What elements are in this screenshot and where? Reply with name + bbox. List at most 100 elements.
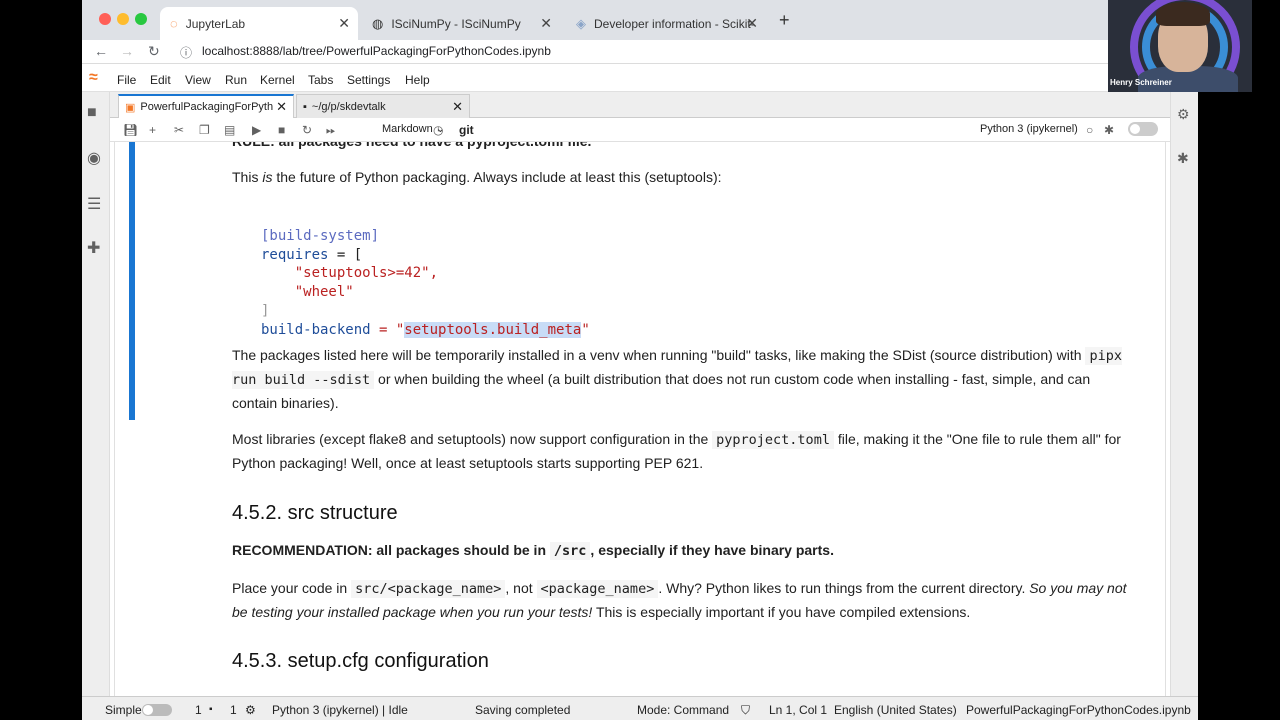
text: Place your code in	[232, 580, 352, 596]
save-status: Saving completed	[475, 703, 571, 717]
code-line: "wheel"	[261, 284, 354, 301]
emphasis: is	[262, 169, 273, 185]
cursor-position[interactable]: Ln 1, Col 1	[769, 703, 827, 717]
current-file: PowerfulPackagingForPythonCodes.ipynb	[966, 703, 1191, 717]
fast-forward-icon[interactable]: ⏩︎	[326, 123, 336, 138]
paragraph-packages: The packages listed here will be tempora…	[232, 344, 1137, 415]
menu-settings[interactable]: Settings	[347, 73, 390, 87]
tab-title: ISciNumPy - ISciNumPy	[391, 16, 521, 31]
menu-kernel[interactable]: Kernel	[260, 73, 295, 87]
text: RECOMMENDATION: all packages should be i…	[232, 542, 550, 558]
text: . Why? Python likes to run things from t…	[658, 580, 1030, 596]
simple-mode-toggle[interactable]	[142, 704, 172, 716]
new-tab-button[interactable]: +	[779, 10, 790, 31]
notebook-mode: Mode: Command	[637, 703, 730, 717]
notebook-content[interactable]: RULE: all packages need to have a pyproj…	[114, 142, 1166, 696]
close-icon[interactable]: ✕	[276, 99, 287, 115]
tab-terminal[interactable]: ▪ ~/g/p/skdevtalk ✕	[296, 94, 470, 118]
close-icon[interactable]: ✕	[540, 15, 552, 32]
browser-tab-jupyterlab[interactable]: ◌ JupyterLab ✕	[160, 7, 358, 40]
active-cell-indicator	[129, 142, 135, 420]
code-key: requires	[261, 246, 329, 263]
minimize-window-button[interactable]	[117, 13, 129, 25]
tab-notebook[interactable]: ▣ PowerfulPackagingForPyth ✕	[118, 94, 294, 118]
text: This is especially important if you have…	[592, 604, 971, 620]
selected-text: setuptools.build_meta	[404, 321, 582, 338]
code-line: [build-system]	[261, 227, 380, 244]
menu-view[interactable]: View	[185, 73, 211, 87]
menu-tabs[interactable]: Tabs	[308, 73, 333, 87]
shield-icon: ⛉	[741, 703, 751, 717]
browser-tab-iscinumpy[interactable]: ◍ ISciNumPy - ISciNumPy ✕	[362, 7, 560, 40]
simple-mode-label: Simple	[105, 703, 142, 717]
terminal-icon: ▪	[303, 100, 307, 113]
text: , especially if they have binary parts.	[590, 542, 834, 558]
rule-heading: RULE: all packages need to have a pyproj…	[232, 142, 1137, 153]
text: Most libraries (except flake8 and setupt…	[232, 431, 713, 447]
menu-file[interactable]: File	[117, 73, 136, 87]
debugger-icon[interactable]: ✱	[1177, 150, 1189, 167]
kernel-name[interactable]: Python 3 (ipykernel)	[980, 123, 1078, 135]
code-line: "	[581, 321, 590, 338]
menu-help[interactable]: Help	[405, 73, 430, 87]
toml-code-block: [build-system] requires = [ "setuptools>…	[261, 208, 590, 340]
bug-icon[interactable]: ✱	[1104, 123, 1114, 137]
close-icon[interactable]: ✕	[338, 15, 350, 32]
address-bar: ← → ↻ ⓘ localhost:8888/lab/tree/Powerful…	[82, 40, 1198, 64]
paste-icon[interactable]: ▤	[224, 123, 235, 137]
run-icon[interactable]: ▶	[252, 123, 261, 137]
terminal-count[interactable]: 1	[195, 703, 202, 717]
code-line: ]	[261, 302, 270, 319]
tab-label: ~/g/p/skdevtalk	[311, 100, 386, 113]
browser-window: ◌ JupyterLab ✕ ◍ ISciNumPy - ISciNumPy ✕…	[82, 0, 1198, 720]
paragraph-libraries: Most libraries (except flake8 and setupt…	[232, 428, 1137, 475]
copy-icon[interactable]: ❐	[199, 123, 210, 137]
restart-icon[interactable]: ↻	[302, 123, 312, 137]
browser-tab-scikit[interactable]: ◈ Developer information - Scikit- ✕	[566, 7, 766, 40]
forward-icon[interactable]: →	[120, 43, 134, 59]
cut-icon[interactable]: ✂	[174, 123, 184, 137]
stop-icon[interactable]: ■	[278, 123, 285, 137]
close-icon[interactable]: ✕	[746, 15, 758, 32]
scikit-icon: ◈	[576, 15, 586, 31]
inline-code: <package_name>	[536, 580, 659, 598]
debugger-toggle[interactable]	[1128, 122, 1158, 136]
extension-icon[interactable]: ✚	[87, 238, 100, 258]
inline-code: src/<package_name>	[351, 580, 506, 598]
kernel-count[interactable]: 1	[230, 703, 237, 717]
save-icon[interactable]: 💾︎	[123, 123, 138, 137]
toc-icon[interactable]: ☰	[87, 194, 101, 214]
tab-label: PowerfulPackagingForPyth	[140, 101, 274, 113]
maximize-window-button[interactable]	[135, 13, 147, 25]
left-sidebar: ■ ◉ ☰ ✚	[82, 92, 110, 696]
webcam-overlay: Henry Schreiner	[1108, 0, 1252, 92]
paragraph-place-code: Place your code in src/<package_name>, n…	[232, 577, 1137, 624]
url-field[interactable]: localhost:8888/lab/tree/PowerfulPackagin…	[202, 44, 551, 58]
close-window-button[interactable]	[99, 13, 111, 25]
recommendation-line: RECOMMENDATION: all packages should be i…	[232, 539, 1137, 563]
clock-icon[interactable]: ◷	[433, 123, 443, 137]
spellcheck-language[interactable]: English (United States)	[834, 703, 957, 717]
git-button[interactable]: git	[459, 123, 474, 137]
info-icon[interactable]: ⓘ	[180, 44, 192, 61]
menu-edit[interactable]: Edit	[150, 73, 171, 87]
reload-icon[interactable]: ↻	[148, 43, 160, 60]
folder-icon[interactable]: ■	[87, 104, 97, 122]
add-cell-icon[interactable]: +	[149, 123, 156, 137]
running-icon[interactable]: ◉	[87, 148, 101, 168]
property-inspector-icon[interactable]: ⚙	[1177, 106, 1190, 123]
menu-run[interactable]: Run	[225, 73, 247, 87]
jupyter-logo-icon: ≈	[89, 69, 98, 86]
close-icon[interactable]: ✕	[452, 99, 463, 115]
notebook-icon: ▣	[125, 101, 136, 114]
terminal-icon: ▪	[209, 704, 213, 715]
tab-title: Developer information - Scikit-	[594, 16, 755, 31]
back-icon[interactable]: ←	[94, 43, 108, 59]
section-heading-src: 4.5.2. src structure	[232, 502, 398, 524]
section-heading-setupcfg: 4.5.3. setup.cfg configuration	[232, 650, 489, 672]
kernel-state[interactable]: Python 3 (ipykernel) | Idle	[272, 703, 408, 717]
right-sidebar: ⚙ ✱	[1170, 92, 1198, 696]
jupyter-menubar: ≈ File Edit View Run Kernel Tabs Setting…	[82, 66, 1198, 92]
status-bar: Simple 1 ▪ 1 ⚙ Python 3 (ipykernel) | Id…	[82, 696, 1198, 720]
paragraph-future: This is the future of Python packaging. …	[232, 166, 1137, 189]
